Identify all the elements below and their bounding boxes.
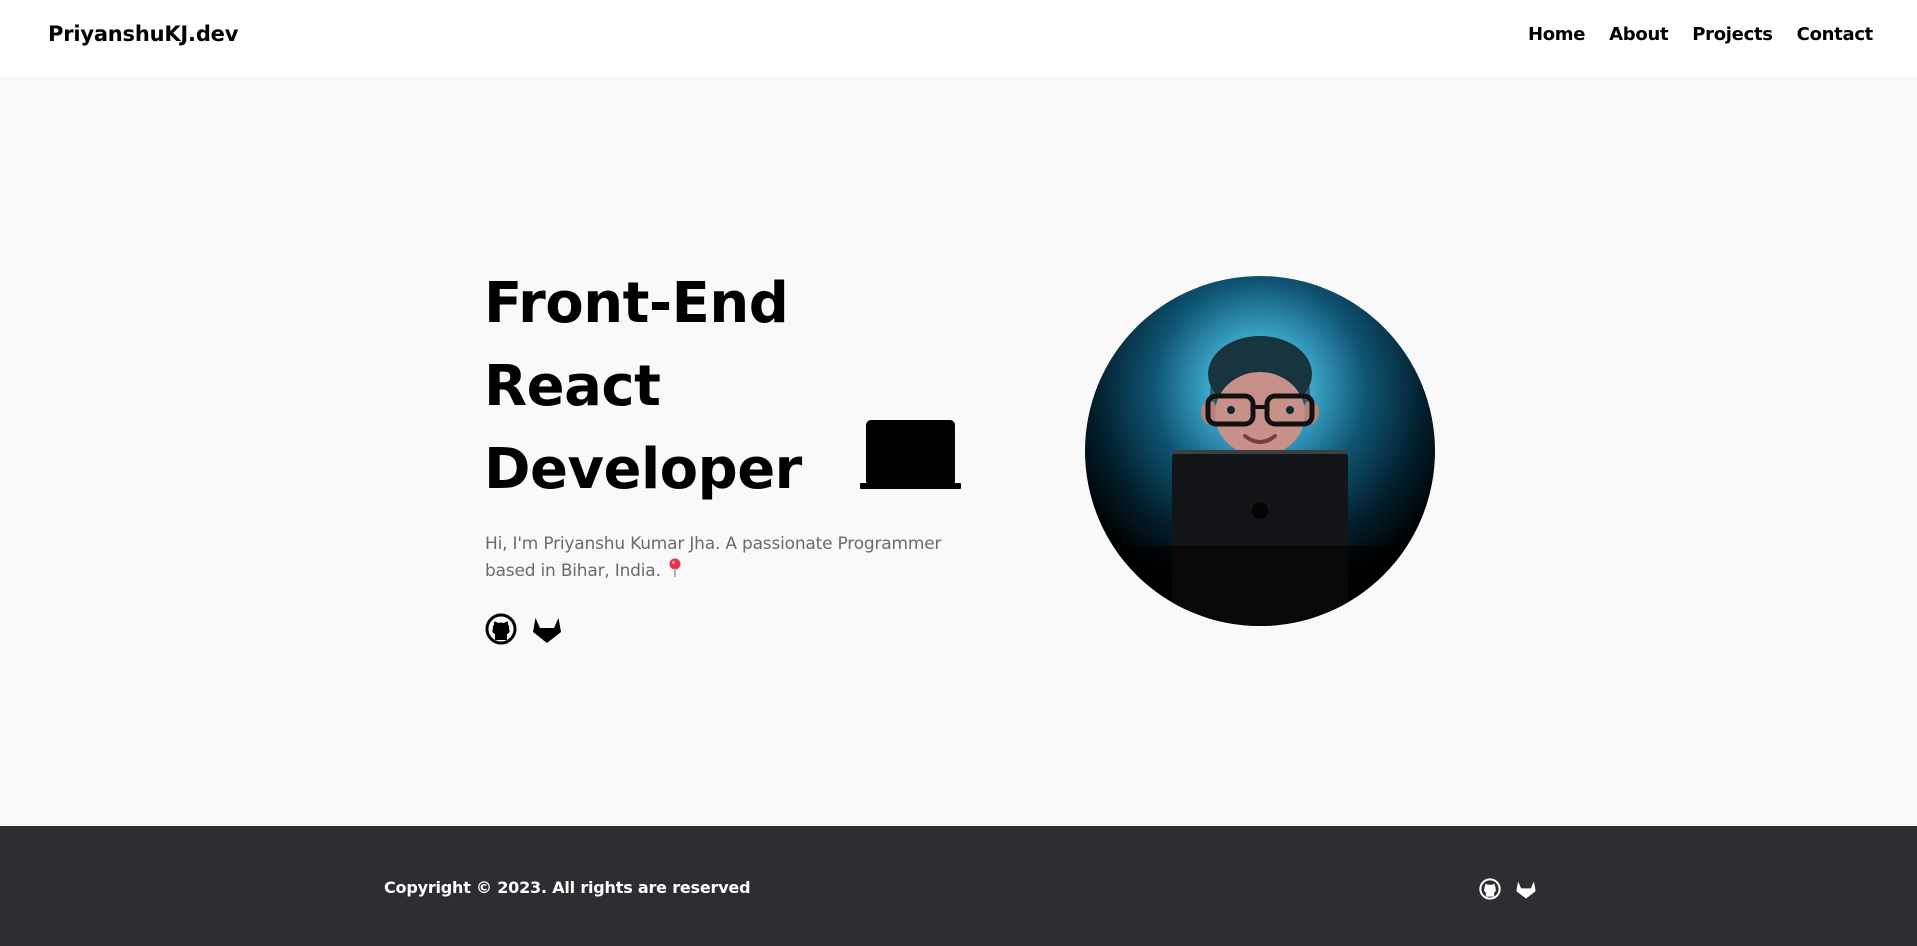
footer-social-links: [1479, 878, 1537, 900]
github-icon[interactable]: [1479, 878, 1501, 900]
hero-subtitle: Hi, I'm Priyanshu Kumar Jha. A passionat…: [485, 531, 965, 585]
site-footer: Copyright © 2023. All rights are reserve…: [0, 826, 1917, 946]
gitlab-icon[interactable]: [531, 613, 563, 645]
nav-projects[interactable]: Projects: [1692, 24, 1773, 45]
hero-social-links: [485, 613, 563, 645]
hero-title: Front-End React Developer: [484, 262, 802, 511]
main-nav: Home About Projects Contact: [1528, 24, 1873, 45]
github-icon[interactable]: [485, 613, 517, 645]
gitlab-icon[interactable]: [1515, 878, 1537, 900]
hero-subtitle-line-2: based in Bihar, India.: [485, 561, 661, 581]
memoji-avatar: [1085, 276, 1435, 626]
hero-title-line-2: React: [484, 354, 661, 419]
nav-about[interactable]: About: [1609, 24, 1668, 45]
nav-home[interactable]: Home: [1528, 24, 1586, 45]
hero-subtitle-line-1: Hi, I'm Priyanshu Kumar Jha. A passionat…: [485, 534, 942, 554]
brand-logo[interactable]: PriyanshuKJ.dev: [48, 22, 238, 46]
site-header: PriyanshuKJ.dev Home About Projects Cont…: [0, 0, 1917, 76]
map-pin-icon: [669, 558, 681, 577]
footer-copyright: Copyright © 2023. All rights are reserve…: [384, 878, 751, 897]
hero-title-line-3: Developer: [484, 437, 802, 502]
nav-contact[interactable]: Contact: [1797, 24, 1874, 45]
hero-section: Front-End React Developer Hi, I'm Priyan…: [0, 76, 1917, 826]
laptop-icon: [860, 420, 961, 489]
hero-title-line-1: Front-End: [484, 271, 789, 336]
